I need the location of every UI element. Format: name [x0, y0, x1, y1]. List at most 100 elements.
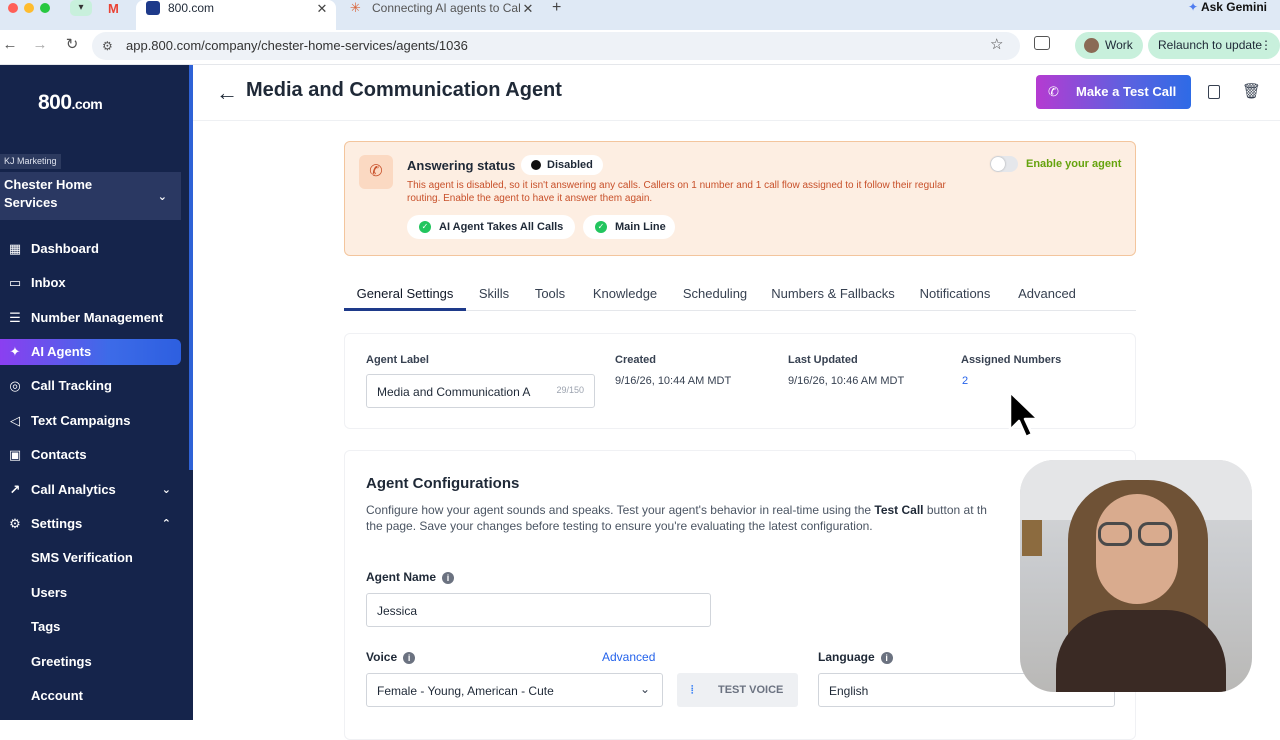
tab-knowledge[interactable]: Knowledge [590, 281, 660, 311]
status-chip-all-calls: ✓ AI Agent Takes All Calls [407, 215, 575, 239]
sidebar: 800.com KJ Marketing Chester Home Servic… [0, 65, 193, 720]
voice-advanced-link[interactable]: Advanced [602, 650, 655, 664]
tab-connecting-agents[interactable]: ✳ Connecting AI agents to Cale ✕ [342, 0, 542, 30]
trash-icon[interactable]: 🗑 [1242, 82, 1261, 100]
sidebar-item-call-tracking[interactable]: ◎ Call Tracking [0, 373, 181, 399]
sidebar-item-inbox[interactable]: ▭ Inbox [0, 270, 181, 296]
tab-advanced[interactable]: Advanced [1014, 281, 1080, 311]
url-text: app.800.com/company/chester-home-service… [126, 38, 468, 53]
enable-agent-label: Enable your agent [1026, 158, 1122, 170]
close-tab-icon[interactable]: ✕ [314, 1, 330, 16]
contact-icon: ▣ [8, 447, 22, 462]
presenter-webcam-overlay [1020, 460, 1252, 692]
sidebar-item-settings[interactable]: ⚙ Settings ⌃ [0, 511, 181, 537]
back-arrow-icon[interactable]: ← [216, 80, 238, 106]
agent-name-label: Agent Name i [366, 570, 455, 584]
bookmark-star-icon[interactable]: ☆ [990, 35, 1003, 53]
agent-name-input[interactable]: Jessica [366, 593, 711, 627]
sidebar-subitem-users[interactable]: Users [0, 580, 181, 606]
presenter-glasses-right [1138, 522, 1172, 546]
close-tab-icon[interactable]: ✕ [520, 1, 536, 16]
check-circle-icon: ✓ [595, 221, 607, 233]
assigned-numbers-link[interactable]: 2 [962, 375, 968, 387]
info-icon[interactable]: i [880, 652, 893, 664]
sidebar-item-ai-agents[interactable]: ✦ AI Agents [0, 339, 181, 365]
gmail-pinned-tab-icon[interactable]: M [108, 1, 119, 16]
relaunch-button[interactable]: Relaunch to update ⋮ [1148, 32, 1280, 59]
address-bar[interactable]: ⚙ app.800.com/company/chester-home-servi… [92, 32, 1020, 60]
tab-search-chevron-icon[interactable]: ▾ [70, 0, 92, 16]
duplicate-icon[interactable] [1208, 85, 1220, 99]
window-zoom-dot[interactable] [40, 3, 50, 13]
claude-favicon-icon: ✳ [350, 0, 361, 15]
company-selector[interactable]: Chester Home Services ⌄ [0, 172, 181, 220]
more-menu-icon[interactable]: ⋮ [1260, 32, 1272, 59]
sidebar-subitem-sms-verification[interactable]: SMS Verification [0, 545, 181, 571]
list-icon: ☰ [9, 310, 21, 325]
site-settings-icon[interactable]: ⚙ [102, 32, 113, 60]
config-description-line2: the page. Save your changes before testi… [366, 519, 873, 533]
sidebar-item-number-management[interactable]: ☰ Number Management [0, 305, 181, 331]
new-tab-plus-icon[interactable]: + [552, 0, 561, 17]
brand-logo: 800.com [38, 91, 103, 114]
tab-tools[interactable]: Tools [530, 281, 570, 311]
sidebar-scrollbar[interactable] [189, 65, 193, 470]
status-heading: Answering status [407, 158, 516, 173]
mouse-cursor-icon [1008, 390, 1040, 439]
sidebar-subitem-account[interactable]: Account [0, 683, 181, 709]
char-counter: 29/150 [556, 385, 584, 395]
sparkle-icon: ✦ [9, 344, 21, 359]
browser-toolbar: ← → ↻ ⚙ app.800.com/company/chester-home… [0, 30, 1280, 65]
sidebar-subitem-greetings[interactable]: Greetings [0, 649, 181, 675]
site-favicon-icon [146, 1, 160, 15]
chevron-down-icon: ⌄ [157, 191, 167, 203]
chevron-down-icon: ⌄ [639, 682, 650, 696]
presenter-glasses-left [1098, 522, 1132, 546]
tab-800[interactable]: 800.com ✕ [136, 0, 336, 30]
info-icon[interactable]: i [403, 652, 416, 664]
sidebar-item-contacts[interactable]: ▣ Contacts [0, 442, 181, 468]
window-close-dot[interactable] [8, 3, 18, 13]
tab-general-settings[interactable]: General Settings [344, 281, 466, 311]
check-circle-icon: ✓ [419, 221, 431, 233]
sidebar-item-text-campaigns[interactable]: ◁ Text Campaigns [0, 408, 181, 434]
extensions-puzzle-icon[interactable] [1034, 36, 1050, 50]
megaphone-icon: ◁ [10, 413, 20, 428]
status-message: This agent is disabled, so it isn't answ… [407, 180, 946, 204]
make-test-call-button[interactable]: ✆ Make a Test Call [1036, 75, 1191, 109]
webcam-shelf [1022, 520, 1042, 556]
tab-numbers-fallbacks[interactable]: Numbers & Fallbacks [770, 281, 896, 311]
created-title: Created [615, 354, 656, 366]
created-value: 9/16/26, 10:44 AM MDT [615, 375, 732, 387]
presenter-shirt [1056, 610, 1226, 692]
chevron-up-icon: ⌃ [161, 518, 171, 530]
voice-select[interactable]: Female - Young, American - Cute ⌄ [366, 673, 663, 707]
window-minimize-dot[interactable] [24, 3, 34, 13]
profile-button[interactable]: Work [1075, 32, 1143, 59]
profile-avatar [1084, 38, 1099, 53]
target-icon: ◎ [9, 378, 21, 393]
disabled-icon [531, 160, 541, 170]
sidebar-item-dashboard[interactable]: ▦ Dashboard [0, 236, 181, 262]
sidebar-item-call-analytics[interactable]: ↗ Call Analytics ⌄ [0, 477, 181, 503]
agent-label-input[interactable]: Media and Communication A 29/150 [366, 374, 595, 408]
browser-tab-bar: ▾ M 800.com ✕ ✳ Connecting AI agents to … [0, 0, 1280, 30]
last-updated-value: 9/16/26, 10:46 AM MDT [788, 375, 905, 387]
last-updated-title: Last Updated [788, 354, 858, 366]
sidebar-subitem-tags[interactable]: Tags [0, 614, 181, 640]
enable-agent-toggle[interactable] [990, 156, 1018, 172]
info-icon[interactable]: i [442, 572, 455, 584]
tab-skills[interactable]: Skills [474, 281, 514, 311]
ask-gemini-button[interactable]: ✦ Ask Gemini [1188, 0, 1280, 16]
reload-icon[interactable]: ↻ [62, 35, 82, 55]
test-voice-button[interactable]: ⦙ TEST VOICE [677, 673, 798, 707]
forward-arrow-icon[interactable]: → [30, 35, 50, 55]
account-badge: KJ Marketing [0, 154, 61, 169]
tab-notifications[interactable]: Notifications [914, 281, 996, 311]
agent-tabs: General Settings Skills Tools Knowledge … [344, 281, 1136, 311]
page-title: Media and Communication Agent [246, 79, 562, 101]
chevron-down-icon: ⌄ [161, 484, 171, 496]
back-arrow-icon[interactable]: ← [0, 35, 20, 55]
tab-scheduling[interactable]: Scheduling [680, 281, 750, 311]
status-badge: Disabled [521, 155, 603, 175]
